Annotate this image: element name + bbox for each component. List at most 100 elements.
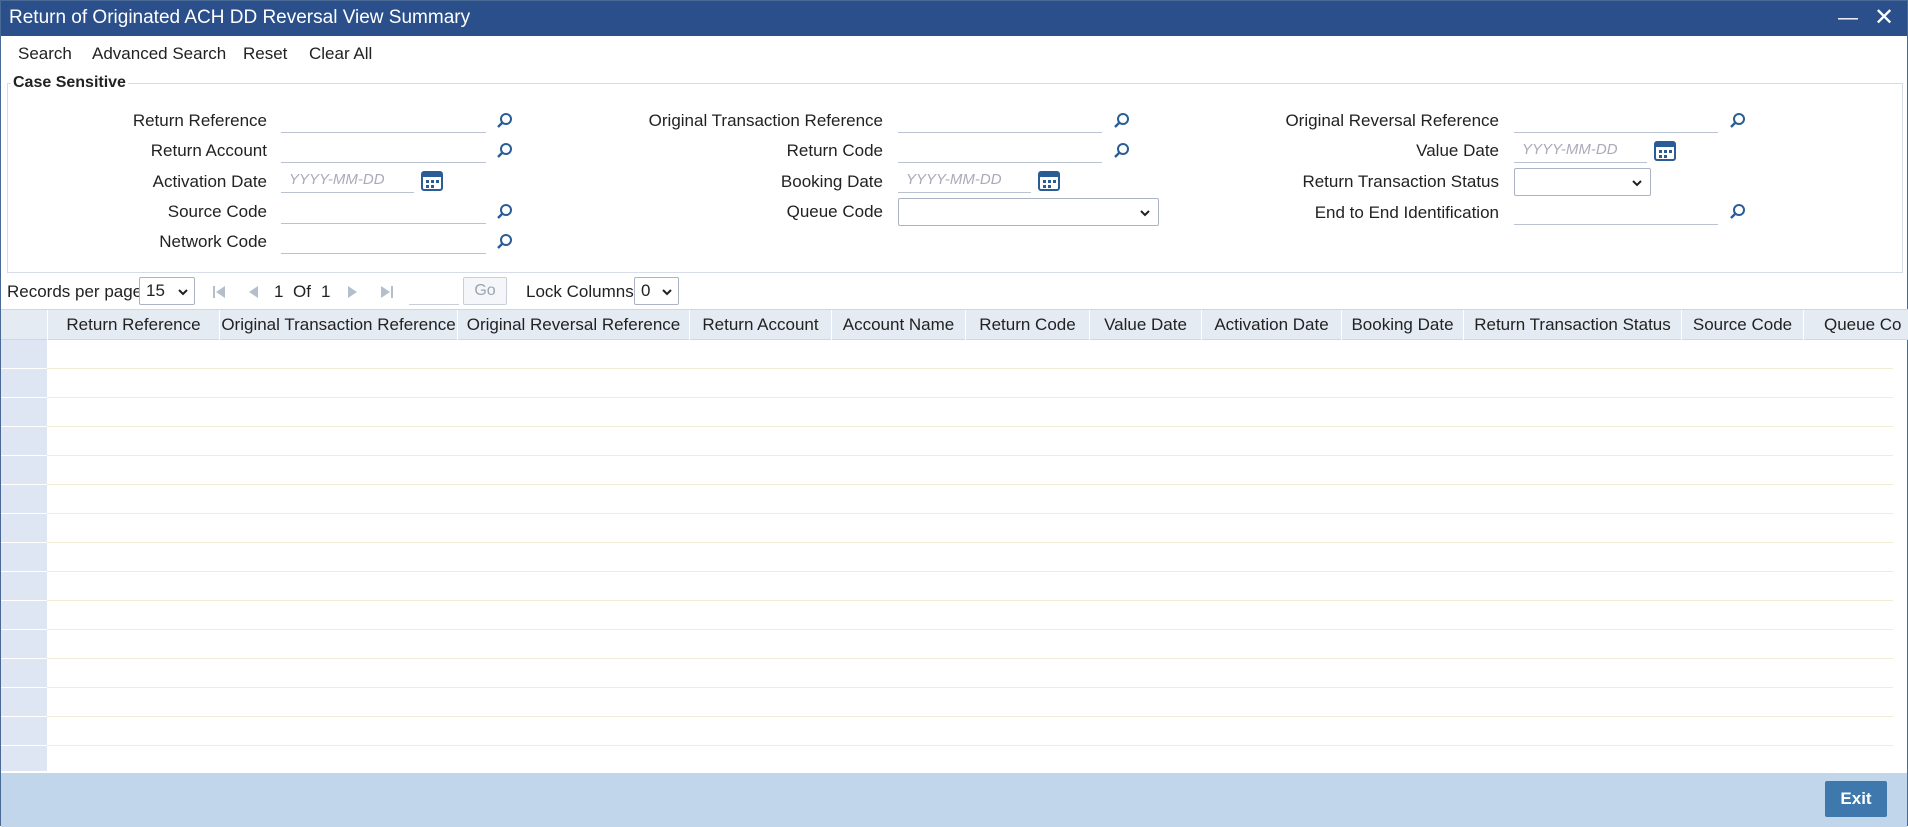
return-transaction-status-select[interactable] [1514, 168, 1651, 196]
title-bar: Return of Originated ACH DD Reversal Vie… [1, 1, 1907, 36]
table-row[interactable] [47, 543, 1893, 572]
return-account-label: Return Account [150, 141, 267, 160]
column-header[interactable]: Activation Date [1201, 310, 1341, 340]
table-row[interactable] [47, 746, 1893, 771]
table-row[interactable] [47, 514, 1893, 543]
table-row[interactable] [47, 485, 1893, 514]
activation-date-calendar-icon[interactable] [421, 170, 443, 192]
activation-date-input[interactable]: YYYY-MM-DD [281, 167, 414, 193]
chevron-down-icon [1140, 210, 1150, 217]
original-transaction-reference-label: Original Transaction Reference [648, 111, 883, 130]
network-code-label: Network Code [159, 232, 267, 251]
close-icon[interactable]: ✕ [1871, 4, 1897, 32]
return-reference-input[interactable] [281, 107, 486, 133]
row-selector[interactable] [1, 688, 47, 717]
row-selector[interactable] [1, 340, 47, 369]
original-transaction-reference-input[interactable] [898, 107, 1102, 133]
value-date-calendar-icon[interactable] [1654, 140, 1676, 162]
column-header[interactable]: Return Reference [47, 310, 219, 340]
row-selector[interactable] [1, 456, 47, 485]
row-selector[interactable] [1, 369, 47, 398]
original-transaction-reference-lookup-icon[interactable] [1112, 111, 1132, 131]
table-row[interactable] [47, 369, 1893, 398]
go-button[interactable]: Go [463, 277, 507, 305]
table-row[interactable] [47, 340, 1893, 369]
table-row[interactable] [47, 630, 1893, 659]
table-row[interactable] [47, 398, 1893, 427]
original-reversal-reference-label: Original Reversal Reference [1285, 111, 1499, 130]
column-header[interactable]: Account Name [831, 310, 965, 340]
return-code-label: Return Code [786, 141, 883, 160]
return-code-lookup-icon[interactable] [1112, 141, 1132, 161]
source-code-label: Source Code [167, 202, 267, 221]
booking-date-calendar-icon[interactable] [1038, 170, 1060, 192]
row-selector[interactable] [1, 572, 47, 601]
row-selector[interactable] [1, 485, 47, 514]
queue-code-select[interactable] [898, 198, 1159, 226]
last-page-icon[interactable] [379, 284, 395, 300]
lock-columns-select[interactable]: 0 [634, 277, 679, 305]
go-to-page-input[interactable] [409, 277, 459, 305]
row-selector[interactable] [1, 717, 47, 746]
column-header[interactable]: Return Code [965, 310, 1089, 340]
column-header[interactable]: Booking Date [1341, 310, 1463, 340]
source-code-input[interactable] [281, 198, 486, 224]
value-date-label: Value Date [1416, 141, 1499, 160]
end-to-end-identification-input[interactable] [1514, 199, 1718, 225]
return-transaction-status-label: Return Transaction Status [1302, 172, 1499, 191]
table-row[interactable] [47, 572, 1893, 601]
activation-date-label: Activation Date [152, 172, 267, 191]
return-account-lookup-icon[interactable] [495, 141, 515, 161]
original-reversal-reference-lookup-icon[interactable] [1728, 111, 1748, 131]
minimize-icon[interactable]: — [1835, 4, 1861, 32]
row-selector[interactable] [1, 398, 47, 427]
return-account-input[interactable] [281, 137, 486, 163]
reset-button[interactable]: Reset [243, 44, 287, 64]
return-code-input[interactable] [898, 137, 1102, 163]
column-header[interactable]: Original Reversal Reference [457, 310, 689, 340]
first-page-icon[interactable] [211, 284, 227, 300]
row-selector[interactable] [1, 427, 47, 456]
advanced-search-button[interactable]: Advanced Search [92, 44, 226, 64]
return-reference-lookup-icon[interactable] [495, 111, 515, 131]
table-row[interactable] [47, 688, 1893, 717]
value-date-input[interactable]: YYYY-MM-DD [1514, 137, 1647, 163]
booking-date-input[interactable]: YYYY-MM-DD [898, 167, 1031, 193]
previous-page-icon[interactable] [246, 284, 262, 300]
row-selector[interactable] [1, 746, 47, 771]
row-selector[interactable] [1, 630, 47, 659]
column-header[interactable]: Value Date [1089, 310, 1201, 340]
original-reversal-reference-input[interactable] [1514, 107, 1718, 133]
source-code-lookup-icon[interactable] [495, 202, 515, 222]
table-row[interactable] [47, 601, 1893, 630]
table-row[interactable] [47, 456, 1893, 485]
exit-button[interactable]: Exit [1825, 781, 1887, 817]
search-button[interactable]: Search [18, 44, 72, 64]
row-selector[interactable] [1, 601, 47, 630]
row-selector[interactable] [1, 543, 47, 572]
clear-all-button[interactable]: Clear All [309, 44, 372, 64]
summary-window: Return of Originated ACH DD Reversal Vie… [0, 0, 1908, 827]
column-header[interactable]: Original Transaction Reference [219, 310, 457, 340]
column-header[interactable]: Queue Co [1803, 310, 1908, 340]
records-per-page-select[interactable]: 15 [139, 277, 195, 305]
row-selector[interactable] [1, 659, 47, 688]
network-code-lookup-icon[interactable] [495, 232, 515, 252]
row-selector[interactable] [1, 514, 47, 543]
pagination-bar: Records per page 15 1 Of 1 Go Lock Colum… [1, 277, 1907, 307]
queue-code-label: Queue Code [786, 202, 883, 221]
network-code-input[interactable] [281, 228, 486, 254]
column-header[interactable]: Return Account [689, 310, 831, 340]
end-to-end-identification-lookup-icon[interactable] [1728, 202, 1748, 222]
booking-date-label: Booking Date [780, 172, 883, 191]
end-to-end-identification-label: End to End Identification [1314, 203, 1499, 222]
select-all-column[interactable] [1, 310, 47, 340]
table-row[interactable] [47, 659, 1893, 688]
table-row[interactable] [47, 717, 1893, 746]
column-header[interactable]: Return Transaction Status [1463, 310, 1681, 340]
results-grid: Return Reference Original Transaction Re… [1, 309, 1908, 771]
next-page-icon[interactable] [344, 284, 360, 300]
table-row[interactable] [47, 427, 1893, 456]
column-header[interactable]: Source Code [1681, 310, 1803, 340]
grid-header: Return Reference Original Transaction Re… [1, 309, 1908, 340]
